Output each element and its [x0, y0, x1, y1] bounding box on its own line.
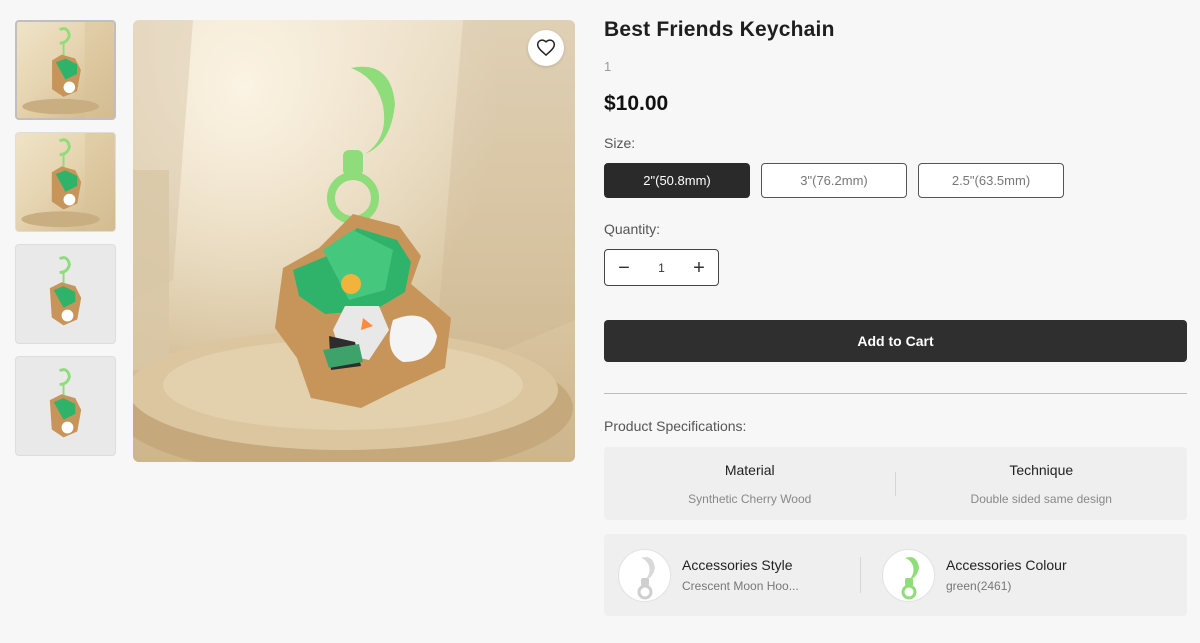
accessory-colour-value: green(2461): [946, 579, 1012, 593]
accessory-divider: [860, 557, 861, 593]
keychain-thumbnail-image: [49, 256, 82, 326]
quantity-stepper: − 1 +: [604, 249, 719, 286]
thumbnail-list: [15, 20, 116, 468]
spec-value: Synthetic Cherry Wood: [688, 491, 812, 506]
accessory-style-value: Crescent Moon Hoo...: [682, 579, 799, 593]
quantity-input[interactable]: 1: [647, 261, 677, 275]
spec-value: Double sided same design: [970, 491, 1112, 506]
spec-name: Material: [724, 461, 775, 478]
keychain-photo: [133, 20, 575, 462]
favorite-button[interactable]: [528, 30, 564, 66]
spec-technique: Technique Double sided same design: [896, 462, 1188, 506]
accessory-style-name: Accessories Style: [682, 557, 793, 573]
add-to-cart-button[interactable]: Add to Cart: [604, 320, 1187, 362]
size-option-2-5in[interactable]: 2.5"(63.5mm): [918, 163, 1064, 198]
spec-divider: [895, 472, 896, 496]
product-price: $10.00: [604, 92, 669, 115]
moon-hook-icon: [618, 548, 671, 602]
size-options: 2"(50.8mm) 3"(76.2mm) 2.5"(63.5mm): [604, 163, 1187, 198]
thumbnail-1[interactable]: [15, 20, 116, 120]
size-option-2in[interactable]: 2"(50.8mm): [604, 163, 750, 198]
main-product-image: [133, 20, 575, 462]
quantity-decrease-button[interactable]: −: [615, 258, 633, 278]
spec-material: Material Synthetic Cherry Wood: [604, 462, 896, 506]
accessory-style[interactable]: Accessories Style Crescent Moon Hoo...: [618, 548, 858, 602]
keychain-thumbnail-image: [49, 368, 82, 438]
keychain-thumbnail-image: [22, 22, 114, 118]
accessory-colour-name: Accessories Colour: [946, 557, 1067, 573]
product-title: Best Friends Keychain: [604, 18, 835, 41]
product-subtitle: 1: [604, 59, 612, 74]
size-option-3in[interactable]: 3"(76.2mm): [761, 163, 907, 198]
size-label: Size:: [604, 135, 636, 151]
accessories-panel: Accessories Style Crescent Moon Hoo... A…: [604, 534, 1187, 616]
product-details: Best Friends Keychain 1 $10.00 Size: 2"(…: [604, 18, 1187, 616]
accessory-colour[interactable]: Accessories Colour green(2461): [882, 548, 1122, 602]
thumbnail-4[interactable]: [15, 356, 116, 456]
thumbnail-2[interactable]: [15, 132, 116, 232]
thumbnail-3[interactable]: [15, 244, 116, 344]
specifications-table: Material Synthetic Cherry Wood Technique…: [604, 447, 1187, 520]
keychain-thumbnail-image: [21, 133, 115, 231]
green-hook-icon: [882, 548, 935, 602]
quantity-increase-button[interactable]: +: [690, 258, 708, 278]
heart-icon: [536, 39, 556, 57]
specifications-label: Product Specifications:: [604, 418, 747, 434]
spec-name: Technique: [1009, 461, 1074, 478]
divider: [604, 393, 1187, 394]
quantity-label: Quantity:: [604, 221, 661, 237]
